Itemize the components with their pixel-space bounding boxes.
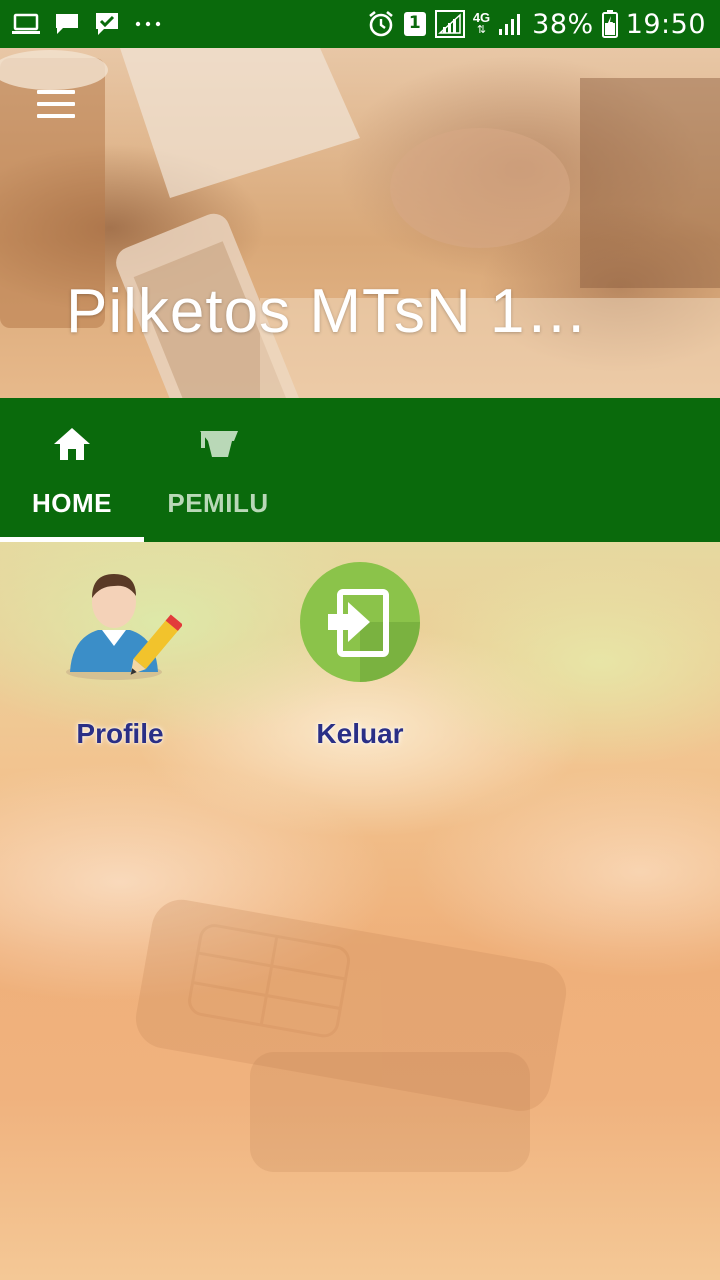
home-content: Profile Keluar bbox=[0, 542, 720, 1280]
check-message-icon bbox=[94, 11, 120, 37]
battery-percent: 38% bbox=[532, 8, 594, 40]
status-right-icons: 1 4G ⇅ 38% 19:50 bbox=[367, 9, 720, 40]
tile-keluar-label: Keluar bbox=[316, 718, 404, 749]
home-icon bbox=[52, 424, 92, 464]
chat-icon bbox=[54, 12, 80, 36]
signal-icon bbox=[434, 10, 465, 38]
user-edit-icon bbox=[58, 560, 184, 684]
more-dots-icon bbox=[134, 20, 162, 28]
tile-profile[interactable]: Profile bbox=[20, 560, 220, 760]
signal-icon bbox=[498, 11, 524, 37]
tab-home-label: HOME bbox=[32, 488, 112, 518]
page-title: Pilketos MTsN 1… bbox=[66, 277, 589, 346]
menu-button[interactable] bbox=[28, 82, 84, 126]
battery-icon bbox=[601, 10, 618, 38]
tile-profile-label: Profile bbox=[76, 718, 164, 749]
graduation-cap-icon bbox=[196, 424, 240, 464]
tile-keluar[interactable]: Keluar bbox=[260, 560, 460, 760]
exit-icon bbox=[298, 560, 422, 684]
alarm-icon bbox=[367, 10, 395, 38]
status-bar: 1 4G ⇅ 38% 19:50 bbox=[0, 0, 720, 48]
header-banner: Pilketos MTsN 1… bbox=[0, 48, 720, 398]
tab-pemilu[interactable]: PEMILU bbox=[146, 398, 290, 542]
tab-home[interactable]: HOME bbox=[0, 398, 144, 542]
clock: 19:50 bbox=[625, 8, 706, 40]
status-left-icons bbox=[0, 11, 162, 37]
laptop-icon bbox=[12, 13, 40, 35]
sim-icon: 1 bbox=[403, 11, 427, 37]
network-type-label: 4G ⇅ bbox=[472, 10, 491, 36]
sim-slot-label: 1 bbox=[408, 13, 421, 33]
tab-pemilu-label: PEMILU bbox=[167, 488, 269, 518]
hamburger-icon bbox=[37, 90, 75, 94]
tab-bar: HOME PEMILU bbox=[0, 398, 720, 542]
